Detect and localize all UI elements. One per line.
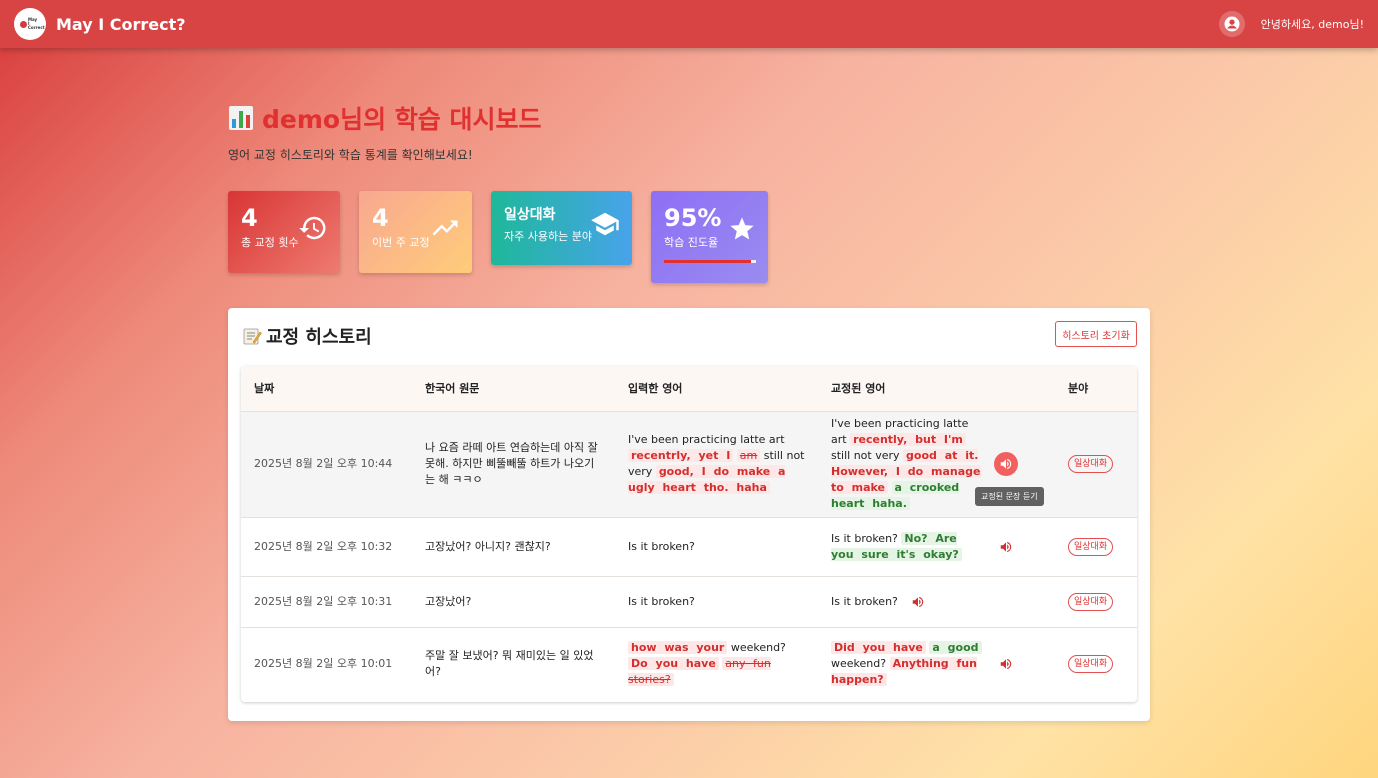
page-title-text: demo님의 학습 대시보드 [262,105,542,134]
corrected-highlight: Did you have [831,641,926,655]
row-date: 2025년 8월 2일 오후 10:31 [241,576,412,628]
row-category: 일상대화 [1055,517,1137,577]
row-date: 2025년 8월 2일 오후 10:44 [241,411,412,518]
logo-text: May I Correct [28,17,45,30]
row-category: 일상대화 [1055,411,1137,518]
speaker-icon[interactable] [994,535,1018,559]
user-greeting: 안녕하세요, demo님! [1260,18,1364,31]
app-title[interactable]: May I Correct? [56,15,186,34]
history-icon [298,213,328,247]
error-highlight: Do you have [628,657,719,671]
bar-chart-icon [228,105,254,131]
row-input: Is it broken? [615,517,818,577]
row-input: I've been practicing latte art recentrly… [615,411,818,518]
row-input: Is it broken? [615,576,818,628]
row-korean: 주말 잘 보냈어? 뭐 재미있는 일 있었어? [425,649,594,679]
row-corrected: Is it broken? [818,576,1055,628]
row-input: how was your weekend? Do you have any fu… [628,641,786,687]
speaker-icon[interactable] [906,590,930,614]
logo-icon[interactable]: May I Correct [14,8,46,40]
trending-up-icon [430,213,460,247]
reset-history-button[interactable]: 히스토리 초기화 [1055,321,1137,347]
speaker-icon[interactable] [994,652,1018,676]
category-chip[interactable]: 일상대화 [1068,592,1114,611]
stat-weekly-corrections: 4 이번 주 교정 [359,191,472,273]
history-title: 교정 히스토리 [242,323,372,349]
added-highlight: a good [929,641,982,655]
row-date: 2025년 8월 2일 오후 10:32 [241,517,412,577]
stat-progress: 95% 학습 진도율 [651,191,768,283]
column-header-date[interactable]: 날짜 [241,366,412,412]
category-chip[interactable]: 일상대화 [1068,537,1114,556]
category-chip[interactable]: 일상대화 [1068,655,1114,674]
corrected-highlight: recently, but I'm [850,433,966,446]
row-category: 일상대화 [1055,627,1137,701]
row-korean: 고장났어? 아니지? 괜찮지? [412,517,615,577]
row-korean: 고장났어? [412,576,615,628]
row-corrected: Is it broken? No? Are you sure it's okay… [818,517,1055,577]
column-header-category[interactable]: 분야 [1055,366,1137,412]
category-chip[interactable]: 일상대화 [1068,455,1114,473]
page-title: demo님의 학습 대시보드 [228,100,541,136]
speaker-icon[interactable] [994,452,1018,476]
progress-bar [664,260,756,263]
history-title-text: 교정 히스토리 [266,327,372,348]
error-highlight: recentrly, yet I [628,449,734,462]
column-header-corrected[interactable]: 교정된 영어 [818,366,1055,412]
row-date: 2025년 8월 2일 오후 10:01 [254,657,393,671]
account-icon[interactable] [1218,11,1245,37]
stat-frequent-category: 일상대화 자주 사용하는 분야 [491,191,632,265]
memo-icon [242,326,262,346]
app-bar: May I Correct May I Correct? 안녕하세요, demo… [0,0,1378,48]
row-corrected: Did you have a good weekend? Anything fu… [818,627,1055,701]
page-subtitle: 영어 교정 히스토리와 학습 통계를 확인해보세요! [228,148,473,162]
row-category: 일상대화 [1055,576,1137,628]
history-card: 교정 히스토리 히스토리 초기화 날짜 한국어 원문 입력한 영어 교정된 영어… [228,308,1150,721]
graduation-cap-icon [590,209,620,243]
row-korean: 나 요즘 라떼 아트 연습하는데 아직 잘 못해. 하지만 삐뚤빼뚤 하트가 나… [412,411,615,518]
error-highlight: good, I do make a ugly heart tho. haha [628,465,786,494]
table-row[interactable]: 2025년 8월 2일 오후 10:32 고장났어? 아니지? 괜찮지? Is … [241,517,1137,577]
removed-word: am [736,449,761,462]
column-header-korean[interactable]: 한국어 원문 [412,366,615,412]
row-corrected: I've been practicing latte art recently,… [818,411,1055,518]
tooltip: 교정된 문장 듣기 [975,486,1044,506]
star-icon [728,215,756,247]
table-row[interactable]: 2025년 8월 2일 오후 10:31 고장났어? Is it broken?… [241,576,1137,628]
table-header-row: 날짜 한국어 원문 입력한 영어 교정된 영어 분야 [241,366,1137,412]
table-row[interactable]: 2025년 8월 2일 오후 10:01 주말 잘 보냈어? 뭐 재미있는 일 … [241,627,1137,701]
error-highlight: how was your [628,641,728,655]
table-row[interactable]: 2025년 8월 2일 오후 10:44 나 요즘 라떼 아트 연습하는데 아직… [241,411,1137,518]
progress-fill [664,260,752,263]
history-table: 날짜 한국어 원문 입력한 영어 교정된 영어 분야 2025년 8월 2일 오… [241,366,1137,702]
stat-total-corrections: 4 총 교정 횟수 [228,191,340,273]
column-header-input[interactable]: 입력한 영어 [615,366,818,412]
